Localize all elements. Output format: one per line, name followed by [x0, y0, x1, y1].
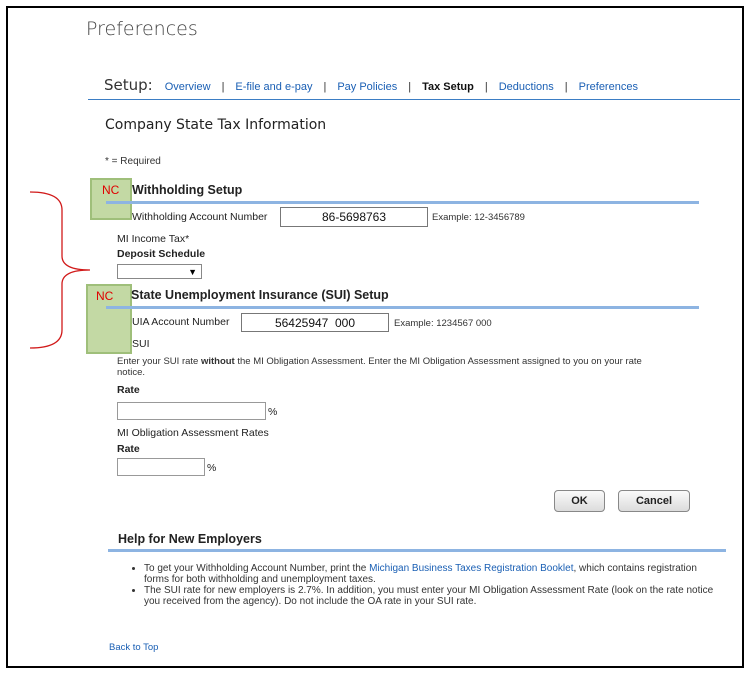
sui-instructions: Enter your SUI rate without the MI Oblig… — [117, 356, 657, 378]
registration-booklet-link[interactable]: Michigan Business Taxes Registration Boo… — [369, 563, 573, 574]
help-list: To get your Withholding Account Number, … — [130, 563, 720, 607]
deposit-schedule-select[interactable]: ▼ — [117, 264, 202, 279]
nav-separator: | — [221, 81, 225, 93]
sui-label: SUI — [132, 338, 150, 350]
sui-instruction-emphasis: without — [200, 356, 235, 367]
nc-annotation-label: NC — [102, 183, 120, 197]
sui-instruction-text: Enter your SUI rate — [117, 356, 201, 367]
rate-label: Rate — [117, 384, 140, 396]
nav-separator: | — [484, 81, 488, 93]
nav-preferences-link[interactable]: Preferences — [579, 81, 638, 93]
setup-label: Setup: — [104, 76, 153, 94]
chevron-down-icon: ▼ — [188, 266, 197, 277]
cancel-button[interactable]: Cancel — [618, 490, 690, 512]
help-divider — [108, 549, 726, 552]
oa-rate-percent-sign: % — [207, 462, 217, 474]
nav-separator: | — [564, 81, 568, 93]
withholding-divider — [106, 201, 699, 204]
deposit-schedule-label: Deposit Schedule — [117, 248, 206, 260]
sui-heading: State Unemployment Insurance (SUI) Setup — [131, 288, 389, 302]
nc-annotation-label: NC — [96, 289, 114, 303]
nav-overview-link[interactable]: Overview — [165, 81, 211, 93]
nav-deductions-link[interactable]: Deductions — [499, 81, 554, 93]
setup-nav: Setup: Overview | E-file and e-pay | Pay… — [104, 76, 638, 94]
oa-rates-label: MI Obligation Assessment Rates — [117, 427, 269, 439]
help-heading: Help for New Employers — [118, 532, 262, 546]
oa-rate-label: Rate — [117, 443, 140, 455]
nav-separator: | — [323, 81, 327, 93]
help-item: To get your Withholding Account Number, … — [144, 563, 720, 585]
back-to-top-link[interactable]: Back to Top — [109, 642, 158, 653]
section-title: Company State Tax Information — [105, 117, 327, 133]
help-item: The SUI rate for new employers is 2.7%. … — [144, 585, 720, 607]
page-title: Preferences — [86, 18, 198, 40]
rate-percent-sign: % — [268, 406, 278, 418]
oa-rate-input[interactable] — [117, 458, 205, 476]
income-tax-label: MI Income Tax* — [117, 233, 190, 245]
uia-account-label: UIA Account Number — [132, 316, 230, 328]
withholding-heading: Withholding Setup — [132, 183, 243, 197]
sui-divider — [106, 306, 699, 309]
nav-separator: | — [408, 81, 412, 93]
ok-button[interactable]: OK — [554, 490, 605, 512]
withholding-account-example: Example: 12-3456789 — [432, 212, 525, 223]
bracket-annotation-icon — [29, 191, 91, 349]
uia-account-example: Example: 1234567 000 — [394, 318, 492, 329]
sui-rate-input[interactable] — [117, 402, 266, 420]
help-item-text: To get your Withholding Account Number, … — [144, 563, 370, 574]
setup-divider — [88, 99, 740, 100]
nav-tax-setup-current: Tax Setup — [422, 81, 474, 93]
nav-efile-link[interactable]: E-file and e-pay — [235, 81, 312, 93]
uia-account-input[interactable]: 56425947 000 — [241, 313, 389, 332]
required-note: * = Required — [105, 156, 161, 167]
nav-pay-policies-link[interactable]: Pay Policies — [337, 81, 397, 93]
withholding-account-label: Withholding Account Number — [132, 211, 268, 223]
withholding-account-input[interactable]: 86-5698763 — [280, 207, 428, 227]
